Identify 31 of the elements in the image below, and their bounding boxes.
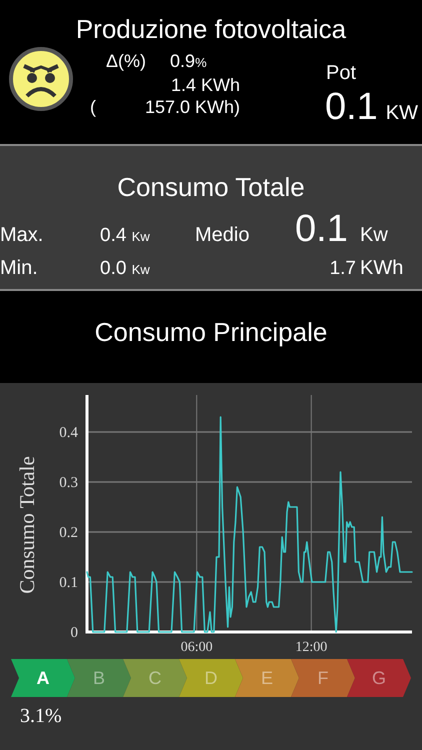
y-tick-label: 0	[70, 625, 78, 641]
energy-value: 1.7	[328, 256, 357, 280]
power-unit: KW	[386, 101, 418, 126]
parenthesis: (	[90, 96, 96, 118]
x-tick-label: 12:00	[295, 640, 328, 655]
average-value: 0.1	[295, 210, 349, 248]
angry-face-icon	[8, 46, 74, 112]
max-value: 0.4 Kw	[100, 224, 151, 248]
power-label: Pot	[325, 61, 358, 86]
section-title: Consumo Principale	[94, 319, 328, 345]
min-value: 0.0 Kw	[100, 256, 151, 280]
energy-value: 1.4 KWh	[170, 75, 240, 95]
average-label: Medio	[195, 223, 250, 248]
section-title: Consumo Totale	[116, 174, 306, 200]
y-tick-label: 0.4	[59, 425, 78, 441]
energy-unit: KWh	[360, 256, 404, 280]
y-tick-label: 0.1	[59, 575, 78, 591]
max-label: Max.	[0, 223, 44, 248]
min-label: Min.	[0, 256, 39, 280]
section-title: Produzione fotovoltaica	[74, 16, 348, 42]
energy-class-segment: G	[347, 659, 411, 697]
x-tick-label: 06:00	[180, 640, 213, 655]
power-value: 0.1	[324, 88, 378, 126]
delta-value: 0.9%	[170, 50, 207, 73]
y-tick-label: 0.3	[59, 475, 78, 491]
total-energy-value: 157.0 KWh)	[144, 96, 240, 118]
y-axis-label: Consumo Totale	[15, 456, 39, 594]
percentage-value: 3.1%	[19, 704, 63, 729]
y-tick-label: 0.2	[59, 525, 78, 541]
delta-label: Δ(%)	[106, 50, 146, 73]
average-unit: Kw	[360, 223, 389, 248]
